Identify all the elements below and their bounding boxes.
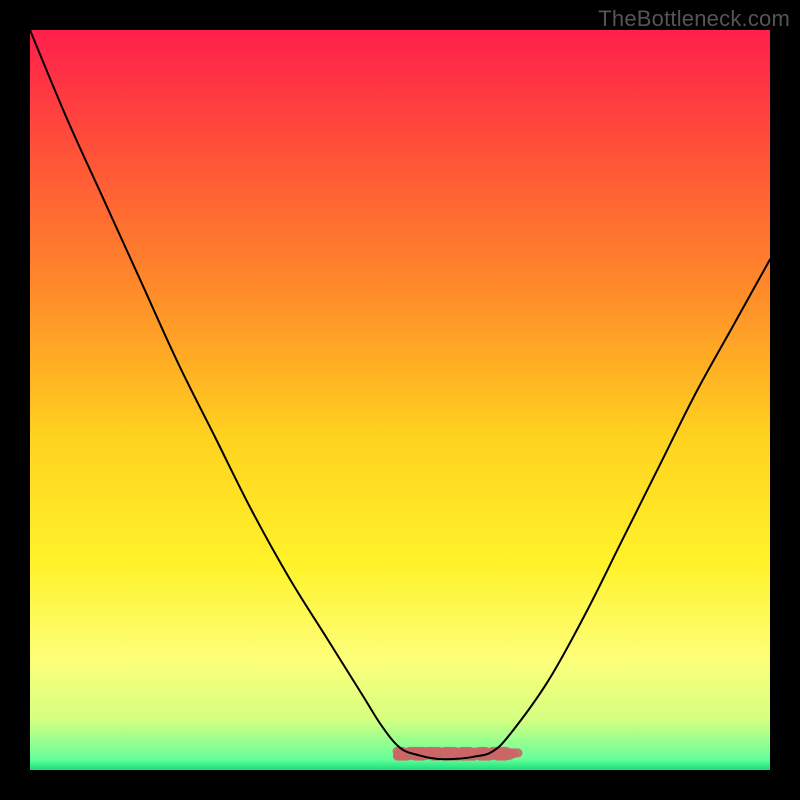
bottleneck-plot — [0, 0, 800, 800]
gradient-background — [30, 30, 770, 770]
chart-frame: TheBottleneck.com — [0, 0, 800, 800]
